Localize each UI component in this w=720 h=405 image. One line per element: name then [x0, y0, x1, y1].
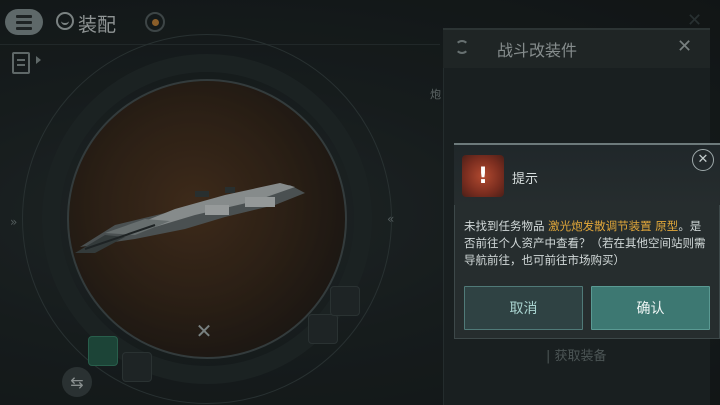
message-prefix: 未找到任务物品 [464, 219, 549, 233]
dialog-close-icon[interactable]: ✕ [692, 149, 714, 171]
confirm-button[interactable]: 确认 [591, 286, 710, 330]
cancel-button[interactable]: 取消 [464, 286, 583, 330]
exclamation-icon: ! [462, 155, 504, 197]
dialog-message: 未找到任务物品 激光炮发散调节装置 原型。是否前往个人资产中查看？（若在其他空间… [464, 218, 712, 269]
message-item: 激光炮发散调节装置 原型 [548, 219, 679, 233]
dialog-title: 提示 [512, 172, 539, 187]
